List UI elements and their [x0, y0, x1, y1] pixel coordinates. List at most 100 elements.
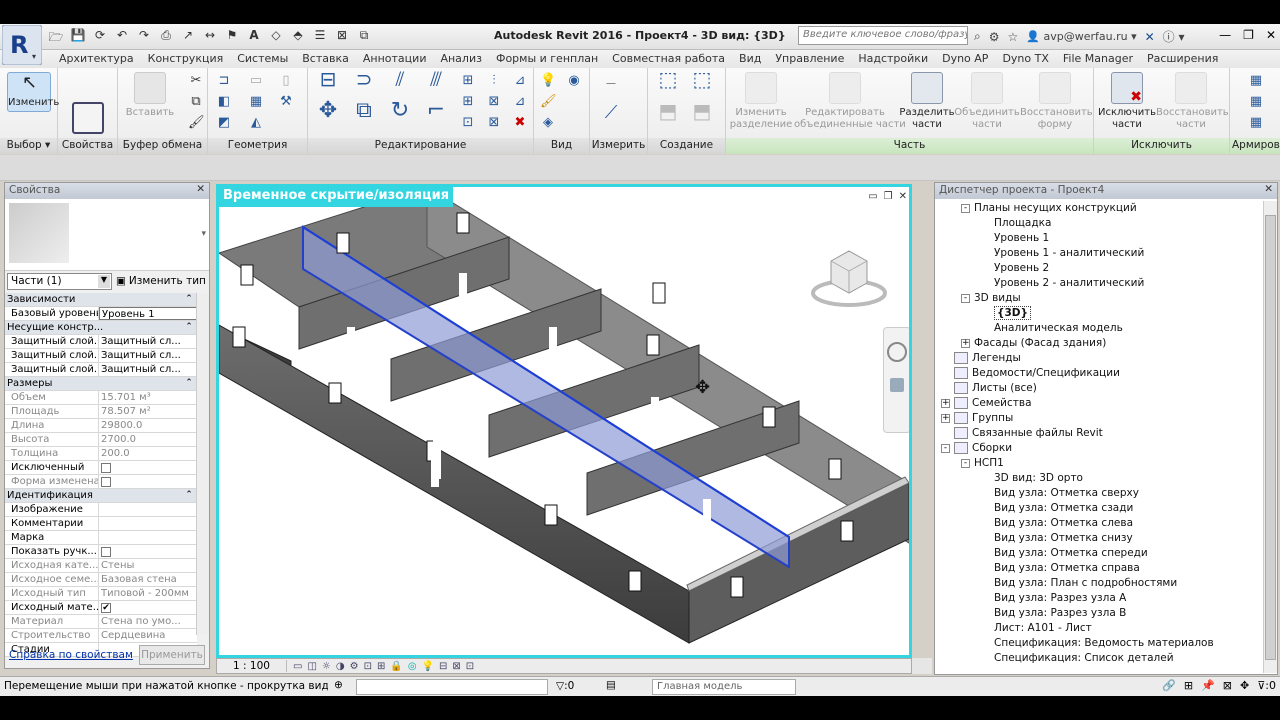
- property-row[interactable]: Изображение: [5, 503, 197, 517]
- save-icon[interactable]: 💾: [70, 28, 86, 49]
- property-row[interactable]: Защитный слой... Защитный сл...: [5, 335, 197, 349]
- expand-icon[interactable]: +: [941, 398, 950, 408]
- browser-node[interactable]: Вид узла: Отметка снизу: [981, 531, 1133, 546]
- collapse-icon[interactable]: ⌃: [181, 321, 197, 334]
- property-value[interactable]: 15.701 м³: [99, 391, 197, 404]
- property-value[interactable]: Защитный сл...: [99, 335, 197, 348]
- property-value[interactable]: [99, 531, 197, 544]
- property-row[interactable]: Толщина 200.0: [5, 447, 197, 461]
- beam-join-icon[interactable]: ▯: [278, 74, 294, 88]
- mirror-draw-icon[interactable]: ⫻: [424, 69, 448, 94]
- browser-node[interactable]: 3D вид: 3D орто: [981, 471, 1083, 486]
- undo-icon[interactable]: ↶: [114, 28, 130, 49]
- browser-node[interactable]: -3D виды: [961, 291, 1021, 306]
- linework-icon[interactable]: ◈: [540, 116, 556, 130]
- browser-node[interactable]: Листы (все): [941, 381, 1037, 396]
- property-row[interactable]: Высота 2700.0: [5, 433, 197, 447]
- tab-4[interactable]: Аннотации: [356, 50, 434, 68]
- constraints-icon[interactable]: ⊠: [452, 661, 460, 672]
- browser-node[interactable]: - НСП1: [961, 456, 1004, 471]
- browser-node[interactable]: Вид узла: План с подробностями: [981, 576, 1177, 591]
- exchange-icon[interactable]: ✕: [1145, 30, 1155, 44]
- browser-node[interactable]: Вид узла: Отметка спереди: [981, 546, 1148, 561]
- tab-14[interactable]: Расширения: [1140, 50, 1225, 68]
- split-icon[interactable]: ⊞: [460, 74, 476, 88]
- pin-icon[interactable]: ⊠: [486, 116, 502, 130]
- select-links-icon[interactable]: 🔗: [1162, 679, 1176, 692]
- apply-button[interactable]: Применить: [139, 645, 205, 665]
- merge-parts-button[interactable]: Объединить части: [954, 72, 1020, 131]
- editable-only-icon[interactable]: ▤: [606, 679, 616, 691]
- design-option-dropdown[interactable]: Главная модель: [652, 679, 796, 695]
- unpin-icon[interactable]: ⊠: [486, 95, 502, 109]
- collapse-icon[interactable]: ⌃: [181, 489, 197, 502]
- browser-node[interactable]: Вид узла: Отметка сверху: [981, 486, 1139, 501]
- create-parts-icon[interactable]: ⬒: [654, 101, 682, 130]
- browser-node[interactable]: - Планы несущих конструкций: [961, 201, 1137, 216]
- property-row[interactable]: Исходный тип Типовой - 200мм: [5, 587, 197, 601]
- subscription-icon[interactable]: ⚙: [989, 30, 1000, 44]
- property-value[interactable]: Стена по умо...: [99, 615, 197, 628]
- sun-path-icon[interactable]: ☼: [322, 661, 331, 672]
- text-icon[interactable]: A: [246, 28, 262, 49]
- expand-icon[interactable]: +: [961, 338, 970, 348]
- modify-button[interactable]: ↖ Изменить: [4, 72, 59, 113]
- collapse-icon[interactable]: -: [961, 203, 970, 213]
- browser-node[interactable]: {3D}: [981, 306, 1031, 321]
- type-selector-preview[interactable]: ▾: [5, 199, 209, 271]
- viewport-horizontal-scroll[interactable]: [912, 658, 932, 674]
- property-value[interactable]: 2700.0: [99, 433, 197, 446]
- paste-button[interactable]: Вставить: [122, 72, 178, 119]
- close-icon[interactable]: ✕: [1266, 28, 1276, 42]
- mirror-axis-icon[interactable]: ⫽: [388, 69, 412, 94]
- thin-lines-icon[interactable]: ☰: [312, 28, 328, 49]
- open-icon[interactable]: 🗁: [48, 28, 64, 49]
- property-value[interactable]: Стены: [99, 559, 197, 572]
- drag-elements-icon[interactable]: ✥: [1240, 679, 1249, 692]
- collapse-icon[interactable]: ⌃: [181, 377, 197, 390]
- property-row[interactable]: Строительство Сердцевина: [5, 629, 197, 643]
- tab-7[interactable]: Совместная работа: [605, 50, 732, 68]
- property-value[interactable]: Базовая стена: [99, 573, 197, 586]
- properties-scrollbar[interactable]: [196, 293, 209, 635]
- property-checkbox[interactable]: [101, 547, 111, 557]
- delete-icon[interactable]: ✖: [512, 116, 528, 130]
- array-icon[interactable]: ⊞: [460, 95, 476, 109]
- browser-node[interactable]: Уровень 1: [981, 231, 1049, 246]
- filter-icon[interactable]: ⊽:0: [1257, 679, 1276, 692]
- 3d-view-icon[interactable]: ◇: [268, 28, 284, 49]
- tab-8[interactable]: Вид: [732, 50, 768, 68]
- move-icon[interactable]: ✥: [316, 100, 340, 130]
- print-icon[interactable]: ⎙: [158, 28, 174, 49]
- property-row[interactable]: Исходная кате... Стены: [5, 559, 197, 573]
- tab-5[interactable]: Анализ: [433, 50, 489, 68]
- tab-2[interactable]: Системы: [230, 50, 295, 68]
- browser-node[interactable]: Вид узла: Разрез узла А: [981, 591, 1126, 606]
- property-row[interactable]: Материал Стена по умо...: [5, 615, 197, 629]
- property-group[interactable]: Зависимости ⌃: [5, 293, 197, 307]
- search-input[interactable]: Введите ключевое слово/фразу: [798, 26, 968, 45]
- browser-node[interactable]: Вид узла: Отметка сзади: [981, 501, 1133, 516]
- sync-icon[interactable]: ⟳: [92, 28, 108, 49]
- browser-node[interactable]: + Группы: [941, 411, 1013, 426]
- property-row[interactable]: Базовый уровень Уровень 1: [5, 307, 197, 321]
- property-row[interactable]: Исходное семе... Базовая стена: [5, 573, 197, 587]
- browser-node[interactable]: Спецификация: Список деталей: [981, 651, 1174, 666]
- bulb-icon[interactable]: 💡: [540, 74, 556, 88]
- select-face-icon[interactable]: ⊠: [1223, 679, 1232, 692]
- exclude-parts-button[interactable]: ✖ Исключить части: [1096, 72, 1158, 131]
- edit-type-button[interactable]: ▣ Изменить тип: [116, 275, 206, 287]
- copy-icon[interactable]: ⧉: [188, 95, 204, 109]
- split-gap-icon[interactable]: ⫶: [486, 74, 502, 88]
- property-row[interactable]: Объем 15.701 м³: [5, 391, 197, 405]
- property-value[interactable]: Типовой - 200мм: [99, 587, 197, 600]
- dimension-icon[interactable]: ↔: [202, 28, 218, 49]
- browser-node[interactable]: Аналитическая модель: [981, 321, 1123, 336]
- cope-icon[interactable]: ⊐: [216, 74, 232, 88]
- restore-icon[interactable]: ❐: [1243, 28, 1254, 42]
- view-close-icon[interactable]: ✕: [899, 191, 907, 202]
- divide-parts-button[interactable]: Разделить части: [896, 72, 958, 131]
- instance-filter-dropdown[interactable]: Части (1): [7, 272, 112, 290]
- dimension-tool-icon[interactable]: ⟋: [600, 104, 622, 130]
- browser-close-icon[interactable]: ✕: [1264, 183, 1273, 195]
